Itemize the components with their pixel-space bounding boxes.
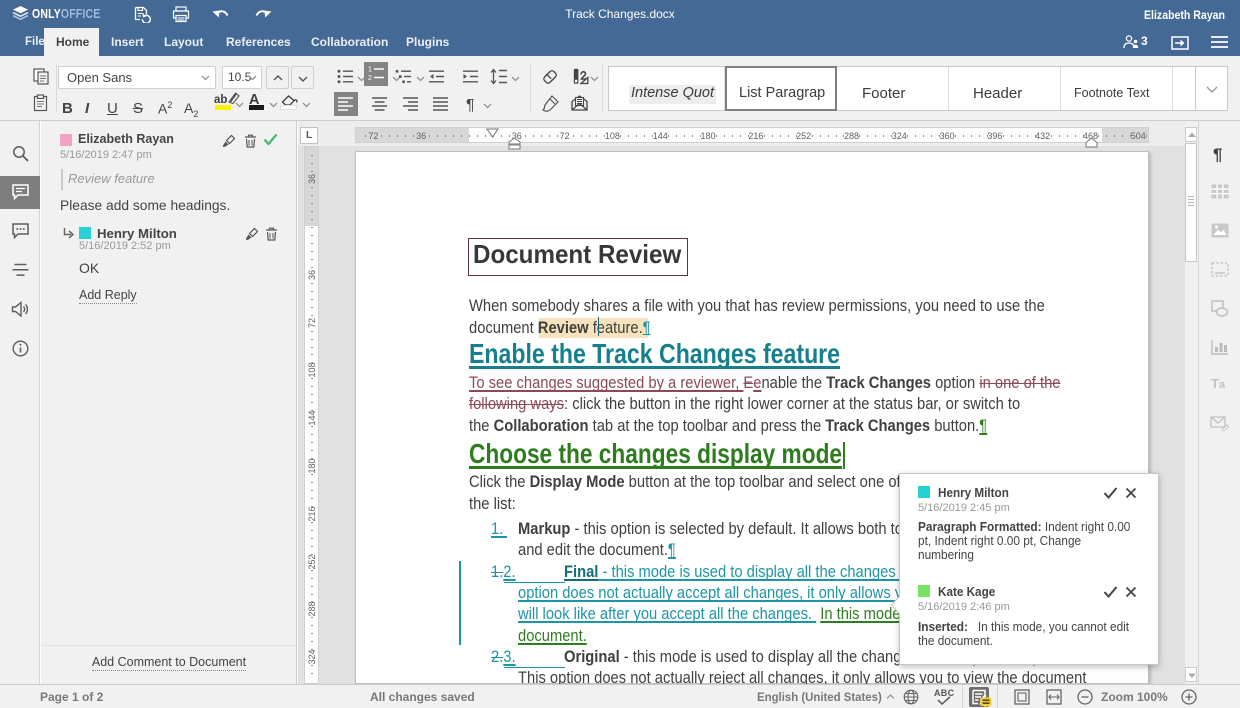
svg-text:2: 2 xyxy=(368,75,372,81)
svg-text:1: 1 xyxy=(368,67,372,74)
